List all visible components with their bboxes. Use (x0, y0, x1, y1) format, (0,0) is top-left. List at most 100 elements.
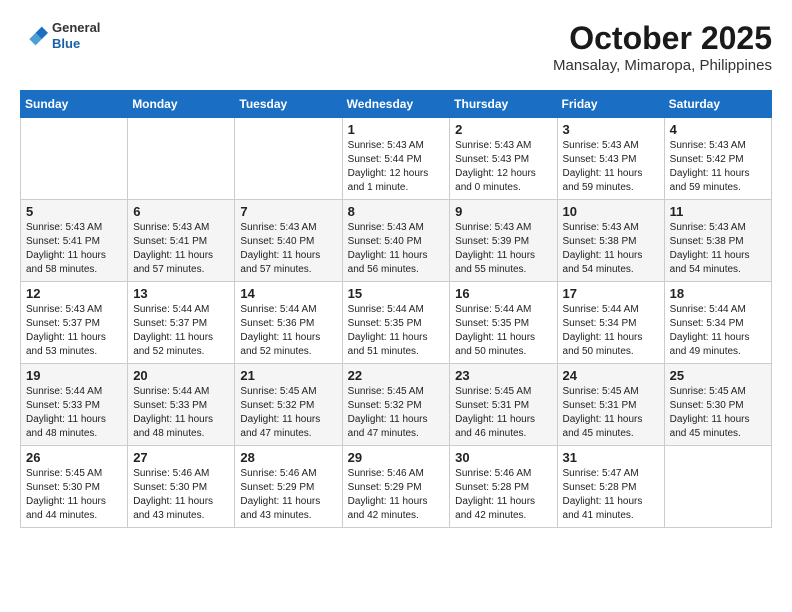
day-info: Sunrise: 5:44 AM Sunset: 5:34 PM Dayligh… (563, 303, 659, 359)
calendar-cell: 6 Sunrise: 5:43 AM Sunset: 5:41 PM Daylig… (128, 200, 235, 282)
day-number: 4 (670, 122, 766, 137)
calendar-cell: 15 Sunrise: 5:44 AM Sunset: 5:35 PM Dayli… (342, 282, 450, 364)
calendar-cell: 28Sunrise: 5:46 AM Sunset: 5:29 PM Dayli… (235, 446, 342, 528)
calendar-cell: 8 Sunrise: 5:43 AM Sunset: 5:40 PM Daylig… (342, 200, 450, 282)
calendar-cell: 2 Sunrise: 5:43 AM Sunset: 5:43 PM Daylig… (450, 118, 557, 200)
calendar-cell: 16 Sunrise: 5:44 AM Sunset: 5:35 PM Dayli… (450, 282, 557, 364)
weekday-header-wednesday: Wednesday (342, 91, 450, 118)
calendar-cell: 19 Sunrise: 5:44 AM Sunset: 5:33 PM Dayli… (21, 364, 128, 446)
day-info: Sunrise: 5:44 AM Sunset: 5:33 PM Dayligh… (26, 385, 122, 441)
page-header: General Blue October 2025 Mansalay, Mima… (20, 20, 772, 74)
day-info: Sunrise: 5:45 AM Sunset: 5:30 PM Dayligh… (26, 467, 122, 523)
day-info: Sunrise: 5:43 AM Sunset: 5:40 PM Dayligh… (348, 221, 445, 277)
calendar-cell: 27 Sunrise: 5:46 AM Sunset: 5:30 PM Dayli… (128, 446, 235, 528)
day-number: 27 (133, 450, 229, 465)
day-number: 20 (133, 368, 229, 383)
calendar-cell: 12 Sunrise: 5:43 AM Sunset: 5:37 PM Dayli… (21, 282, 128, 364)
calendar-cell: 3Sunrise: 5:43 AM Sunset: 5:43 PM Daylig… (557, 118, 664, 200)
weekday-header-saturday: Saturday (664, 91, 771, 118)
day-info: Sunrise: 5:45 AM Sunset: 5:32 PM Dayligh… (348, 385, 445, 441)
day-number: 24 (563, 368, 659, 383)
day-number: 8 (348, 204, 445, 219)
calendar-week-row: 26Sunrise: 5:45 AM Sunset: 5:30 PM Dayli… (21, 446, 772, 528)
day-number: 25 (670, 368, 766, 383)
calendar-cell: 24 Sunrise: 5:45 AM Sunset: 5:31 PM Dayli… (557, 364, 664, 446)
calendar-cell: 10 Sunrise: 5:43 AM Sunset: 5:38 PM Dayli… (557, 200, 664, 282)
calendar-cell: 31 Sunrise: 5:47 AM Sunset: 5:28 PM Dayli… (557, 446, 664, 528)
weekday-header-thursday: Thursday (450, 91, 557, 118)
day-info: Sunrise: 5:45 AM Sunset: 5:32 PM Dayligh… (240, 385, 336, 441)
day-info: Sunrise: 5:44 AM Sunset: 5:37 PM Dayligh… (133, 303, 229, 359)
day-number: 2 (455, 122, 551, 137)
calendar-cell: 30Sunrise: 5:46 AM Sunset: 5:28 PM Dayli… (450, 446, 557, 528)
day-number: 7 (240, 204, 336, 219)
day-info: Sunrise: 5:43 AM Sunset: 5:43 PM Dayligh… (455, 139, 551, 195)
day-number: 14 (240, 286, 336, 301)
calendar-cell: 25 Sunrise: 5:45 AM Sunset: 5:30 PM Dayli… (664, 364, 771, 446)
day-info: Sunrise: 5:45 AM Sunset: 5:31 PM Dayligh… (455, 385, 551, 441)
calendar-cell: 1Sunrise: 5:43 AM Sunset: 5:44 PM Daylig… (342, 118, 450, 200)
calendar-cell (664, 446, 771, 528)
calendar-cell (235, 118, 342, 200)
day-info: Sunrise: 5:43 AM Sunset: 5:40 PM Dayligh… (240, 221, 336, 277)
day-info: Sunrise: 5:45 AM Sunset: 5:31 PM Dayligh… (563, 385, 659, 441)
weekday-header-friday: Friday (557, 91, 664, 118)
logo-general: General (52, 20, 100, 36)
calendar-cell: 21 Sunrise: 5:45 AM Sunset: 5:32 PM Dayli… (235, 364, 342, 446)
weekday-header-sunday: Sunday (21, 91, 128, 118)
day-info: Sunrise: 5:43 AM Sunset: 5:39 PM Dayligh… (455, 221, 551, 277)
day-number: 18 (670, 286, 766, 301)
day-info: Sunrise: 5:44 AM Sunset: 5:35 PM Dayligh… (348, 303, 445, 359)
day-info: Sunrise: 5:43 AM Sunset: 5:38 PM Dayligh… (563, 221, 659, 277)
day-number: 21 (240, 368, 336, 383)
day-number: 12 (26, 286, 122, 301)
day-number: 11 (670, 204, 766, 219)
day-number: 31 (563, 450, 659, 465)
day-info: Sunrise: 5:44 AM Sunset: 5:35 PM Dayligh… (455, 303, 551, 359)
day-number: 9 (455, 204, 551, 219)
day-info: Sunrise: 5:43 AM Sunset: 5:41 PM Dayligh… (26, 221, 122, 277)
day-number: 16 (455, 286, 551, 301)
day-info: Sunrise: 5:47 AM Sunset: 5:28 PM Dayligh… (563, 467, 659, 523)
calendar-cell: 17Sunrise: 5:44 AM Sunset: 5:34 PM Dayli… (557, 282, 664, 364)
day-number: 22 (348, 368, 445, 383)
day-info: Sunrise: 5:43 AM Sunset: 5:44 PM Dayligh… (348, 139, 445, 195)
day-info: Sunrise: 5:43 AM Sunset: 5:41 PM Dayligh… (133, 221, 229, 277)
weekday-header-row: SundayMondayTuesdayWednesdayThursdayFrid… (21, 91, 772, 118)
logo-icon (20, 22, 48, 50)
calendar-cell: 26Sunrise: 5:45 AM Sunset: 5:30 PM Dayli… (21, 446, 128, 528)
day-info: Sunrise: 5:45 AM Sunset: 5:30 PM Dayligh… (670, 385, 766, 441)
logo-text: General Blue (52, 20, 100, 51)
day-number: 29 (348, 450, 445, 465)
calendar-cell (21, 118, 128, 200)
calendar: SundayMondayTuesdayWednesdayThursdayFrid… (20, 90, 772, 528)
logo: General Blue (20, 20, 100, 51)
day-number: 28 (240, 450, 336, 465)
calendar-cell: 5 Sunrise: 5:43 AM Sunset: 5:41 PM Daylig… (21, 200, 128, 282)
day-number: 23 (455, 368, 551, 383)
day-info: Sunrise: 5:43 AM Sunset: 5:42 PM Dayligh… (670, 139, 766, 195)
weekday-header-monday: Monday (128, 91, 235, 118)
calendar-week-row: 1Sunrise: 5:43 AM Sunset: 5:44 PM Daylig… (21, 118, 772, 200)
calendar-cell: 9 Sunrise: 5:43 AM Sunset: 5:39 PM Daylig… (450, 200, 557, 282)
day-info: Sunrise: 5:44 AM Sunset: 5:33 PM Dayligh… (133, 385, 229, 441)
calendar-cell: 22 Sunrise: 5:45 AM Sunset: 5:32 PM Dayli… (342, 364, 450, 446)
day-info: Sunrise: 5:46 AM Sunset: 5:30 PM Dayligh… (133, 467, 229, 523)
calendar-cell: 29 Sunrise: 5:46 AM Sunset: 5:29 PM Dayli… (342, 446, 450, 528)
calendar-week-row: 19 Sunrise: 5:44 AM Sunset: 5:33 PM Dayli… (21, 364, 772, 446)
calendar-cell: 13 Sunrise: 5:44 AM Sunset: 5:37 PM Dayli… (128, 282, 235, 364)
day-number: 15 (348, 286, 445, 301)
day-info: Sunrise: 5:43 AM Sunset: 5:38 PM Dayligh… (670, 221, 766, 277)
weekday-header-tuesday: Tuesday (235, 91, 342, 118)
day-info: Sunrise: 5:46 AM Sunset: 5:28 PM Dayligh… (455, 467, 551, 523)
day-number: 3 (563, 122, 659, 137)
day-number: 10 (563, 204, 659, 219)
day-info: Sunrise: 5:46 AM Sunset: 5:29 PM Dayligh… (348, 467, 445, 523)
day-info: Sunrise: 5:43 AM Sunset: 5:37 PM Dayligh… (26, 303, 122, 359)
calendar-cell: 20 Sunrise: 5:44 AM Sunset: 5:33 PM Dayli… (128, 364, 235, 446)
calendar-cell: 18Sunrise: 5:44 AM Sunset: 5:34 PM Dayli… (664, 282, 771, 364)
day-number: 6 (133, 204, 229, 219)
day-number: 5 (26, 204, 122, 219)
day-number: 19 (26, 368, 122, 383)
day-number: 13 (133, 286, 229, 301)
